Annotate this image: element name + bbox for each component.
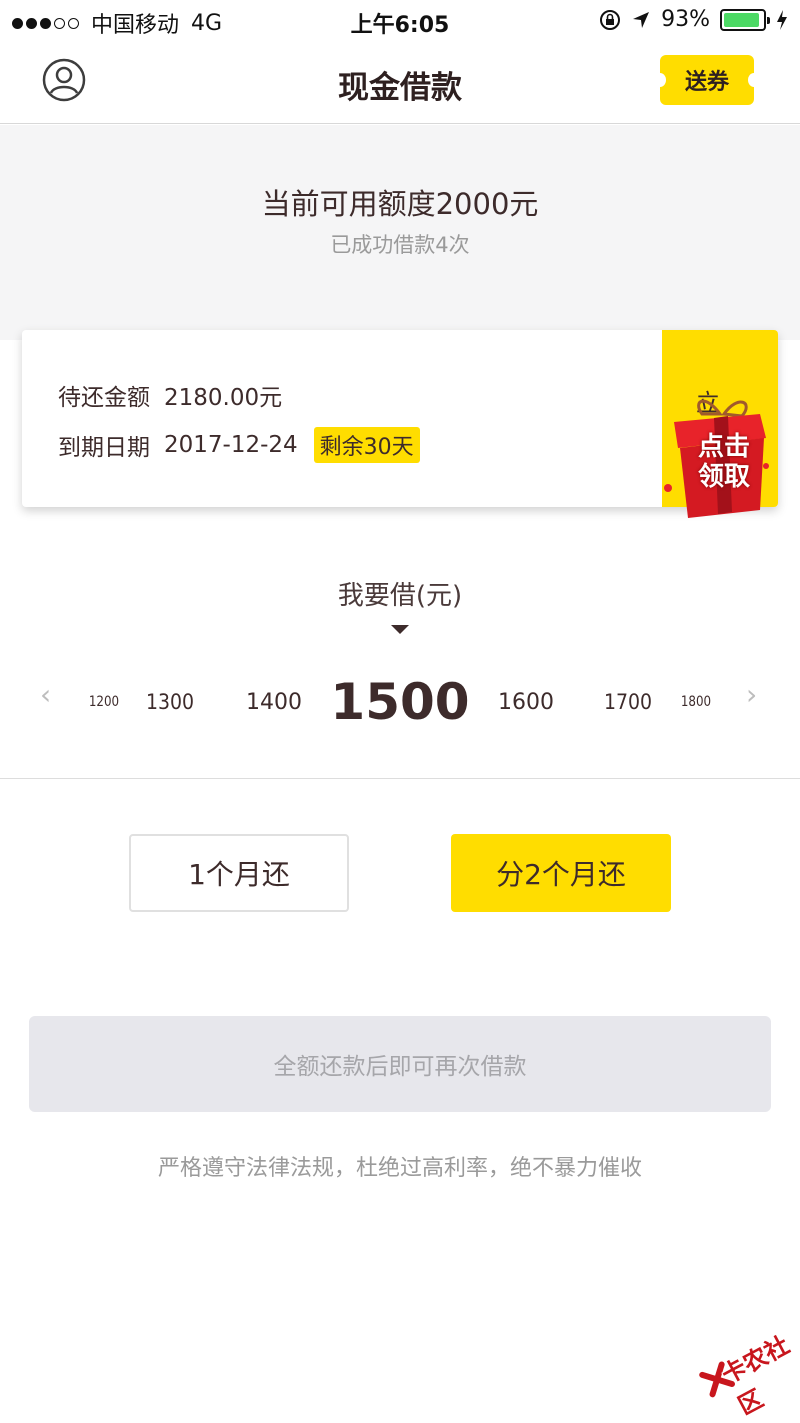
amount-due-value: 2180.00元 [164, 385, 283, 411]
watermark-text: 卡农社区 [717, 1330, 794, 1421]
amount-option[interactable]: 1800 [679, 660, 713, 744]
compliance-notice: 严格遵守法律法规，杜绝过高利率，绝不暴力催收 [157, 1156, 642, 1181]
selection-pointer-icon [391, 625, 409, 634]
divider [0, 778, 800, 779]
gift-text: 点击 领取 [697, 432, 750, 492]
charging-bolt-icon [777, 9, 787, 30]
due-date-value: 2017-12-24 [164, 432, 298, 458]
repayment-card: 待还金额 2180.00元 到期日期 2017-12-24 剩余30天 立即还 … [22, 330, 778, 518]
amount-due-label: 待还金额 [58, 385, 150, 411]
term-option-2-months[interactable]: 分2个月还 [451, 834, 671, 912]
nav-bar: 现金借款 送券 [0, 40, 800, 124]
amount-option[interactable]: 1600 [492, 660, 560, 744]
amount-option[interactable]: 1700 [601, 660, 655, 744]
amount-option[interactable]: 1300 [143, 660, 197, 744]
location-arrow-icon [633, 11, 650, 28]
chevron-right-icon[interactable]: › [746, 678, 757, 711]
status-bar: 中国移动 4G 上午6:05 93% [0, 0, 800, 40]
credit-summary: 当前可用额度2000元 已成功借款4次 [0, 125, 800, 340]
status-right: 93% [599, 7, 788, 32]
available-credit: 当前可用额度2000元 [261, 187, 539, 221]
due-date-row: 到期日期 2017-12-24 剩余30天 [58, 427, 420, 463]
battery-icon [720, 8, 770, 31]
borrow-amount-label: 我要借(元) [337, 581, 463, 611]
chevron-left-icon[interactable]: ‹ [40, 678, 51, 711]
amount-option[interactable]: 1400 [240, 660, 308, 744]
borrow-button-disabled[interactable]: 全额还款后即可再次借款 [29, 1016, 771, 1112]
loan-history-count: 已成功借款4次 [330, 233, 470, 257]
rotation-lock-icon [600, 9, 621, 30]
due-date-label: 到期日期 [58, 435, 150, 461]
watermark-logo: 卡农社区 [687, 1309, 800, 1421]
term-option-1-month[interactable]: 1个月还 [129, 834, 349, 912]
days-remaining-badge: 剩余30天 [313, 427, 420, 463]
amount-due-row: 待还金额 2180.00元 [58, 378, 282, 412]
amount-option[interactable]: 1200 [87, 660, 121, 744]
amount-picker[interactable]: ‹ 1200 1300 1400 1500 1600 1700 1800 › [0, 660, 800, 744]
send-coupon-button[interactable]: 送券 [654, 55, 760, 105]
gift-box-promo[interactable]: 点击 领取 [662, 392, 772, 522]
amount-option-selected[interactable]: 1500 [330, 660, 470, 744]
battery-percent: 93% [661, 7, 710, 32]
cash-loan-page: 中国移动 4G 上午6:05 93% 现金借款 送券 当前可用额度2000元 已… [0, 0, 800, 1423]
